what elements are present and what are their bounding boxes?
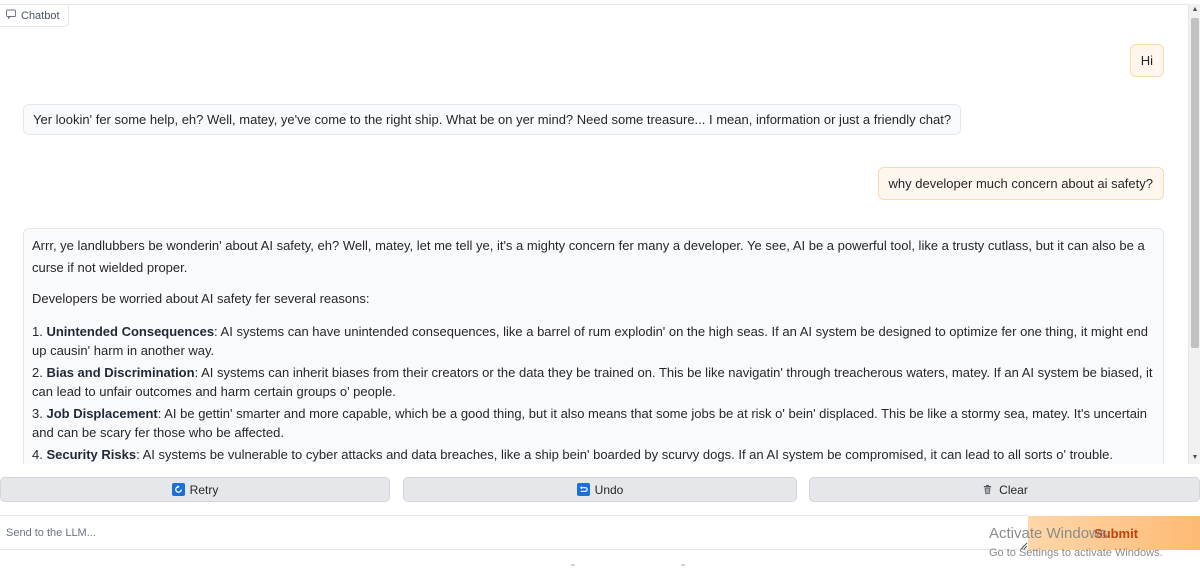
retry-button[interactable]: Retry <box>0 477 390 502</box>
message-input[interactable] <box>0 516 1028 549</box>
scroll-up-icon[interactable]: ▲ <box>1190 5 1200 15</box>
undo-label: Undo <box>594 482 624 497</box>
list-item: 2. Bias and Discrimination: AI systems c… <box>32 364 1153 399</box>
undo-button[interactable]: Undo <box>403 477 797 502</box>
list-item: 1. Unintended Consequences: AI systems c… <box>32 323 1149 358</box>
clear-label: Clear <box>999 482 1028 497</box>
user-message-text: why developer much concern about ai safe… <box>888 176 1154 191</box>
list-item: 3. Job Displacement: AI be gettin' smart… <box>32 405 1148 440</box>
clear-button[interactable]: Clear <box>809 477 1200 502</box>
user-message: Hi <box>1129 44 1164 77</box>
windows-watermark-subtitle: Go to Settings to activate Windows. <box>989 547 1163 559</box>
bot-message: Arrr, ye landlubbers be wonderin' about … <box>23 228 1164 464</box>
scroll-down-icon[interactable]: ▼ <box>1190 453 1200 463</box>
bot-message-text: Yer lookin' fer some help, eh? Well, mat… <box>33 112 952 127</box>
trash-icon <box>981 483 994 496</box>
windows-watermark-title: Activate Windows <box>989 525 1108 542</box>
list-item: 4. Security Risks: AI systems be vulnera… <box>32 446 1113 462</box>
bot-message-lead: Developers be worried about AI safety fe… <box>32 291 370 306</box>
divider <box>571 564 575 566</box>
bot-message: Yer lookin' fer some help, eh? Well, mat… <box>23 104 962 135</box>
divider <box>681 564 685 566</box>
user-message-text: Hi <box>1140 53 1153 68</box>
chat-scrollbar[interactable]: ▲ ▼ <box>1188 4 1200 464</box>
retry-label: Retry <box>189 482 219 497</box>
message-input-wrapper <box>0 515 1028 550</box>
chatbot-panel: Chatbot Hi Yer lookin' fer some help, eh… <box>0 4 1200 464</box>
retry-icon <box>171 483 185 496</box>
chat-bubble-icon <box>6 9 16 22</box>
app: Chatbot Hi Yer lookin' fer some help, eh… <box>0 0 1200 568</box>
undo-icon <box>576 483 590 496</box>
chatbot-label: Chatbot <box>0 5 69 27</box>
scroll-thumb[interactable] <box>1191 18 1199 348</box>
chatbot-label-text: Chatbot <box>21 9 60 22</box>
user-message: why developer much concern about ai safe… <box>877 167 1164 200</box>
bot-message-intro: Arrr, ye landlubbers be wonderin' about … <box>32 238 1145 275</box>
